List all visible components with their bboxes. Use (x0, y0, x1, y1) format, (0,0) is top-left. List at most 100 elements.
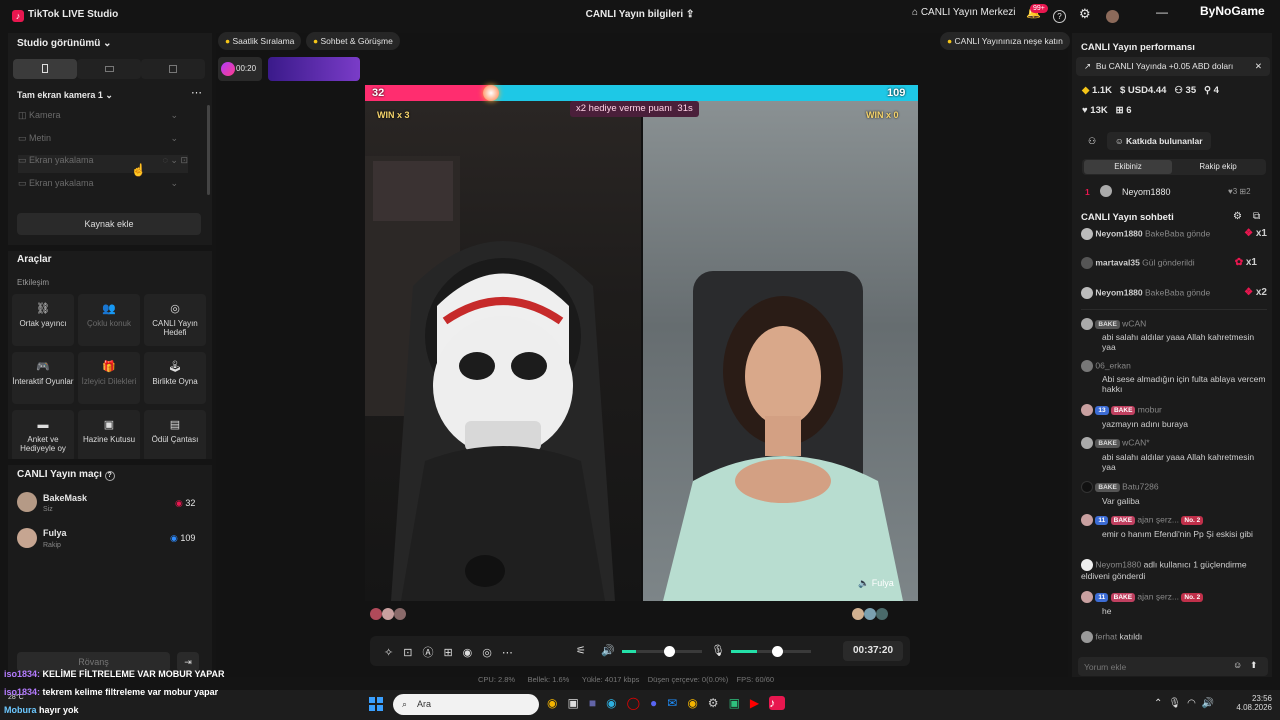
host-camera (365, 101, 641, 601)
chrome-icon[interactable]: ◉ (547, 696, 567, 710)
source-row[interactable]: ◫ Kamera ⌄ (18, 110, 188, 128)
source-row[interactable]: ▭ Metin ⌄ (18, 133, 188, 151)
contributor-stats: ♥3 ⊞2 (1228, 187, 1251, 196)
top-gifters-right[interactable] (852, 608, 914, 626)
chevron-down-icon: ⌄ (103, 38, 112, 49)
mic-icon[interactable]: 🎙 (711, 644, 725, 657)
tool-cohost[interactable]: ⛓ Ortak yayıncı (12, 294, 74, 346)
contributor-rank: 1 (1085, 187, 1090, 197)
edge-icon[interactable]: ◉ (606, 696, 626, 710)
source-row[interactable]: ▭ Ekran yakalama ⌄ (18, 178, 188, 196)
tool-live-goal[interactable]: ◎ CANLI Yayın Hedefi (144, 294, 206, 346)
wifi-icon[interactable]: ◠ (1187, 698, 1202, 709)
mic-icon[interactable]: 🎙 (1168, 698, 1187, 709)
overlay-icon[interactable]: ⊞ (443, 647, 462, 659)
discord-icon[interactable]: ● (650, 696, 667, 710)
avatar (17, 528, 37, 548)
add-source-button[interactable]: Kaynak ekle (17, 213, 201, 235)
target-icon[interactable]: ◎ (482, 647, 502, 659)
live-center-button[interactable]: ⌂ CANLI Yayın Merkezi (912, 7, 1016, 18)
clock[interactable]: 23:56 4.08.2026 (1232, 694, 1272, 712)
mail-icon[interactable]: ✉ (667, 696, 687, 710)
youtube-icon[interactable]: ▶ (750, 696, 769, 710)
info-icon[interactable]: ? (104, 471, 115, 481)
popout-icon[interactable]: ⧉ (1253, 211, 1260, 222)
tools-title: Araçlar (17, 254, 52, 265)
contributor-name: Neyom1880 (1122, 187, 1171, 197)
chat-call-chip[interactable]: ● Sohbet & Görüşme (306, 32, 400, 50)
top-gifters-left[interactable] (370, 608, 430, 626)
tool-multiguest[interactable]: 👥 Çoklu konuk (78, 294, 140, 346)
speaker-icon[interactable]: 🔊 (601, 644, 615, 657)
contributors-button[interactable]: ☺ Katkıda bulunanlar (1107, 132, 1211, 150)
record-icon[interactable]: ◉ (463, 647, 483, 659)
tool-play-together[interactable]: 🕹 Birlikte Oyna (144, 352, 206, 404)
tool-viewer-wishes[interactable]: 🎁 İzleyici Dilekleri (78, 352, 140, 404)
speaker-icon[interactable]: 🔈 (858, 578, 869, 588)
opera-icon[interactable]: ◯ (627, 696, 650, 710)
volume-icon[interactable]: 🔊 (1202, 698, 1220, 709)
people-icon[interactable]: ⚇ (1088, 136, 1096, 147)
perf-banner[interactable]: ↗ Bu CANLI Yayında +0.05 ABD doları ✕ (1076, 57, 1270, 76)
tab-your-team[interactable]: Ekibiniz (1084, 160, 1172, 174)
match-player-role: Siz (43, 506, 53, 513)
stats-row: CPU: 2.8% Bellek: 1.6% Yükle: 4017 kbps … (478, 675, 775, 684)
speaker-volume-slider[interactable] (622, 646, 702, 657)
landscape-layout-button[interactable] (77, 59, 141, 79)
tool-poll[interactable]: ▬ Anket ve Hediyeyle oy (12, 410, 74, 462)
steam-icon[interactable]: ⚙ (708, 696, 729, 710)
emoji-icon[interactable]: ☺ (1233, 660, 1242, 670)
home-icon: ⌂ (912, 7, 919, 18)
tool-treasure-box[interactable]: ▣ Hazine Kutusu (78, 410, 140, 462)
help-icon[interactable]: ? (1053, 10, 1066, 23)
gear-icon[interactable]: ⚙ (1079, 6, 1091, 22)
bonus-banner: x2 hediye verme puanı 31s (570, 101, 699, 117)
tiktok-live-studio-icon[interactable]: ♪ (769, 696, 786, 710)
source-row[interactable]: ▭ Ekran yakalama ◌ ⌄ ⊡ (18, 155, 188, 173)
overlay-chat-line: iso1834: tekrem kelime filtreleme var mo… (4, 687, 219, 697)
joy-chip[interactable]: ● CANLI Yayınınıza neşe katın (940, 32, 1070, 50)
elapsed-timer: 00:37:20 (843, 641, 903, 661)
opponent-label: 🔈 Fulya (858, 578, 894, 588)
more-icon[interactable]: ⋯ (502, 647, 523, 659)
comment-input[interactable] (1084, 659, 1224, 674)
settings-icon[interactable]: ⚙ (1233, 211, 1242, 222)
file-explorer-icon[interactable]: ▣ (567, 696, 588, 710)
monitor-icon: ▭ (18, 178, 27, 188)
dollar-icon: $ (1119, 85, 1126, 96)
metrics-row-2: ♥ 13K ⊞ 6 (1082, 105, 1132, 116)
tool-reward-bag[interactable]: ▤ Ödül Çantası (144, 410, 206, 462)
scene-dropdown[interactable]: Tam ekran kamera 1 ⌄ (17, 90, 113, 101)
minimize-icon[interactable]: — (1156, 5, 1168, 19)
mixer-icon[interactable]: ⚟ (576, 644, 586, 657)
scrollbar[interactable] (207, 105, 210, 195)
hourly-ranking-chip[interactable]: ● Saatlik Sıralama (218, 32, 302, 50)
gift-icon: ⊞ (1115, 105, 1124, 116)
ai-icon[interactable]: Ⓐ (422, 647, 443, 659)
mic-volume-slider[interactable] (731, 646, 811, 657)
chat-message: BAKE Batu7286 Var galiba (1081, 481, 1267, 506)
share-icon: ⇪ (686, 9, 695, 20)
close-icon[interactable]: ✕ (1255, 57, 1262, 76)
taskbar-search[interactable]: ⌕ Ara (393, 694, 539, 715)
monitor-icon: ▭ (18, 155, 27, 165)
more-icon[interactable]: ⋯ (191, 86, 202, 99)
event-banner[interactable] (268, 57, 360, 81)
tool-interactive-games[interactable]: 🎮 İnteraktif Oyunlar (12, 352, 74, 404)
portrait-layout-button[interactable] (13, 59, 77, 79)
magic-wand-icon[interactable]: ✧ (384, 647, 403, 659)
follow-icon: ⚲ (1204, 85, 1212, 96)
studio-view-dropdown[interactable]: Studio görünümü ⌄ (17, 38, 112, 49)
windows-start-icon[interactable] (369, 697, 383, 711)
screenshot-icon[interactable]: ⊡ (403, 647, 422, 659)
teams-icon[interactable]: ■ (589, 696, 606, 710)
dual-layout-button[interactable] (141, 59, 205, 79)
match-player-name: Fulya (43, 528, 67, 538)
tab-opponent-team[interactable]: Rakip ekip (1174, 160, 1262, 174)
send-icon[interactable]: ⬆ (1250, 660, 1258, 671)
right-win-streak: WIN x 0 (866, 110, 899, 120)
app-icon[interactable]: ▣ (729, 696, 750, 710)
chevron-up-icon[interactable]: ⌃ (1154, 698, 1168, 709)
chrome-icon[interactable]: ◉ (687, 696, 707, 710)
avatar[interactable] (1106, 10, 1119, 23)
